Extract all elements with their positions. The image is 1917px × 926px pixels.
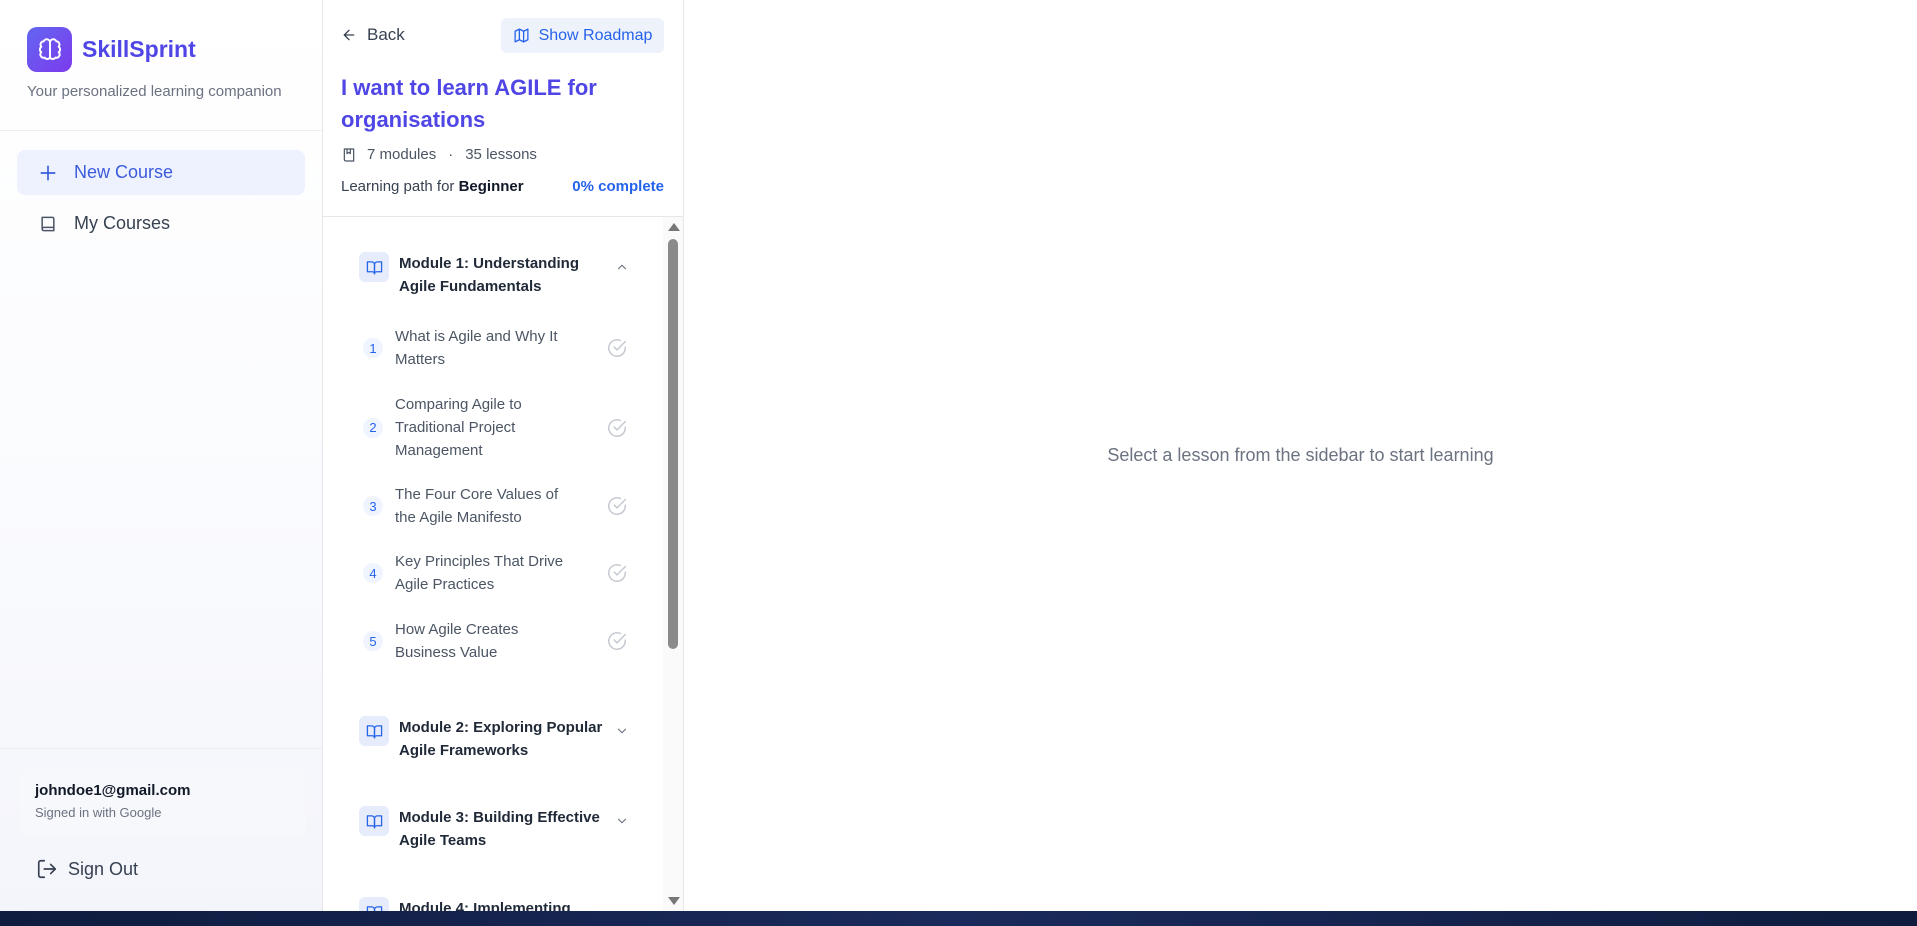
learning-path-row: Learning path for Beginner 0% complete [341, 178, 664, 195]
logout-icon [36, 858, 58, 880]
module-title: Module 4: Implementing [399, 900, 571, 911]
brand[interactable]: SkillSprint [27, 27, 196, 72]
user-email: johndoe1@gmail.com [35, 782, 191, 799]
brand-tagline: Your personalized learning companion [27, 83, 282, 100]
check-circle-icon[interactable] [606, 337, 628, 359]
scroll-thumb[interactable] [668, 239, 678, 649]
course-title: I want to learn AGILE for organisations [341, 75, 597, 132]
scroll-up-arrow-icon[interactable] [668, 223, 680, 231]
lessons-count: 35 lessons [465, 146, 537, 163]
lesson-item[interactable]: 3 The Four Core Values of the Agile Mani… [363, 483, 626, 529]
learning-level: Beginner [458, 178, 524, 195]
show-roadmap-label: Show Roadmap [538, 26, 653, 44]
check-circle-icon[interactable] [606, 562, 628, 584]
learning-path-text: Learning path for Beginner [341, 178, 524, 195]
app-root: SkillSprint Your personalized learning c… [0, 0, 1917, 911]
my-courses-label: My Courses [74, 213, 171, 233]
open-book-icon [359, 897, 389, 911]
check-circle-icon[interactable] [606, 630, 628, 652]
lesson-title: Key Principles That Drive Agile Practice… [395, 553, 564, 593]
divider [0, 130, 322, 131]
check-circle-icon[interactable] [606, 417, 628, 439]
lesson-title: What is Agile and Why It Matters [395, 328, 558, 368]
lesson-number: 3 [363, 496, 383, 516]
divider [0, 748, 322, 749]
lesson-number: 1 [363, 338, 383, 358]
new-course-label: New Course [74, 162, 174, 182]
sign-out-label: Sign Out [68, 858, 139, 879]
chevron-up-icon[interactable] [615, 260, 629, 274]
lesson-title: How Agile Creates Business Value [395, 621, 519, 661]
meta-separator: · [448, 146, 454, 163]
empty-state-message: Select a lesson from the sidebar to star… [1107, 445, 1494, 465]
module-title: Module 3: Building Effective Agile Teams [399, 809, 600, 849]
brand-name: SkillSprint [82, 36, 196, 62]
lesson-item[interactable]: 2 Comparing Agile to Traditional Project… [363, 393, 626, 462]
progress-percent: 0% complete [572, 178, 664, 195]
lesson-item[interactable]: 5 How Agile Creates Business Value [363, 618, 626, 664]
modules-count: 7 modules [367, 146, 437, 163]
check-circle-icon[interactable] [606, 495, 628, 517]
open-book-icon [359, 806, 389, 836]
show-roadmap-button[interactable]: Show Roadmap [501, 18, 664, 53]
lesson-title: The Four Core Values of the Agile Manife… [395, 486, 559, 526]
lesson-title: Comparing Agile to Traditional Project M… [395, 396, 522, 459]
lesson-number: 4 [363, 563, 383, 583]
module-title: Module 2: Exploring Popular Agile Framew… [399, 719, 603, 759]
module-title: Module 1: Understanding Agile Fundamenta… [399, 255, 579, 295]
brain-icon [27, 27, 72, 72]
module-list: Module 1: Understanding Agile Fundamenta… [323, 217, 663, 911]
user-card: johndoe1@gmail.com Signed in with Google [20, 770, 306, 836]
lesson-item[interactable]: 4 Key Principles That Drive Agile Practi… [363, 550, 626, 596]
lesson-number: 2 [363, 417, 383, 438]
chevron-down-icon[interactable] [615, 724, 629, 738]
os-taskbar [0, 911, 1917, 926]
map-icon [513, 27, 530, 44]
arrow-left-icon [341, 27, 357, 43]
sign-out-button[interactable]: Sign Out [36, 858, 138, 880]
book-icon [37, 213, 59, 235]
plus-icon [37, 162, 59, 184]
scroll-down-arrow-icon[interactable] [668, 897, 680, 905]
bookmark-book-icon [341, 147, 357, 163]
left-sidebar: SkillSprint Your personalized learning c… [0, 0, 323, 911]
learning-path-prefix: Learning path for [341, 178, 455, 195]
module-header-2[interactable]: Module 2: Exploring Popular Agile Framew… [359, 716, 629, 762]
chevron-down-icon[interactable] [615, 814, 629, 828]
open-book-icon [359, 716, 389, 746]
module-header-3[interactable]: Module 3: Building Effective Agile Teams [359, 806, 629, 852]
lesson-number: 5 [363, 631, 383, 651]
lesson-content-area: Select a lesson from the sidebar to star… [684, 0, 1917, 911]
back-label: Back [367, 25, 405, 44]
module-header-1[interactable]: Module 1: Understanding Agile Fundamenta… [359, 252, 629, 298]
module-list-scrollbar[interactable] [663, 217, 683, 911]
signin-method: Signed in with Google [35, 805, 162, 820]
my-courses-link[interactable]: My Courses [17, 201, 305, 246]
course-panel: Back Show Roadmap I want to learn AGILE … [323, 0, 684, 911]
lesson-item[interactable]: 1 What is Agile and Why It Matters [363, 325, 626, 371]
back-button[interactable]: Back [341, 25, 405, 45]
new-course-button[interactable]: New Course [17, 150, 305, 195]
module-header-4[interactable]: Module 4: Implementing [359, 897, 629, 911]
course-meta: 7 modules · 35 lessons [341, 146, 537, 163]
open-book-icon [359, 252, 389, 282]
